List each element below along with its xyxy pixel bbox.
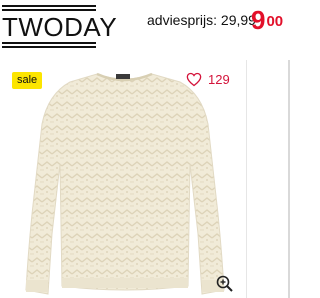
next-product-card[interactable] xyxy=(248,60,295,298)
heart-outline-icon[interactable] xyxy=(186,72,202,87)
sale-badge: sale xyxy=(12,72,43,89)
favorite-count: 129 xyxy=(208,71,230,87)
sale-price: 900 xyxy=(251,6,283,34)
logo-rule xyxy=(2,9,96,11)
logo-rule xyxy=(2,42,96,44)
advice-price: adviesprijs: 29,99 xyxy=(147,12,256,28)
logo-text: TWODAY xyxy=(2,12,118,42)
magnifier-plus-icon[interactable] xyxy=(215,274,235,294)
logo-rule xyxy=(2,46,96,48)
logo-rule xyxy=(2,5,96,7)
product-image[interactable] xyxy=(12,64,237,298)
card-divider xyxy=(246,60,247,298)
brand-logo[interactable]: TWODAY xyxy=(2,4,118,54)
favorite-button[interactable]: 129 xyxy=(186,70,230,88)
product-card[interactable]: sale 129 xyxy=(0,60,242,298)
sale-price-cents: 00 xyxy=(266,13,284,30)
card-edge xyxy=(288,60,290,298)
top-bar: TWODAY adviesprijs: 29,99 900 xyxy=(0,0,295,56)
sale-price-main: 9 xyxy=(251,5,266,35)
